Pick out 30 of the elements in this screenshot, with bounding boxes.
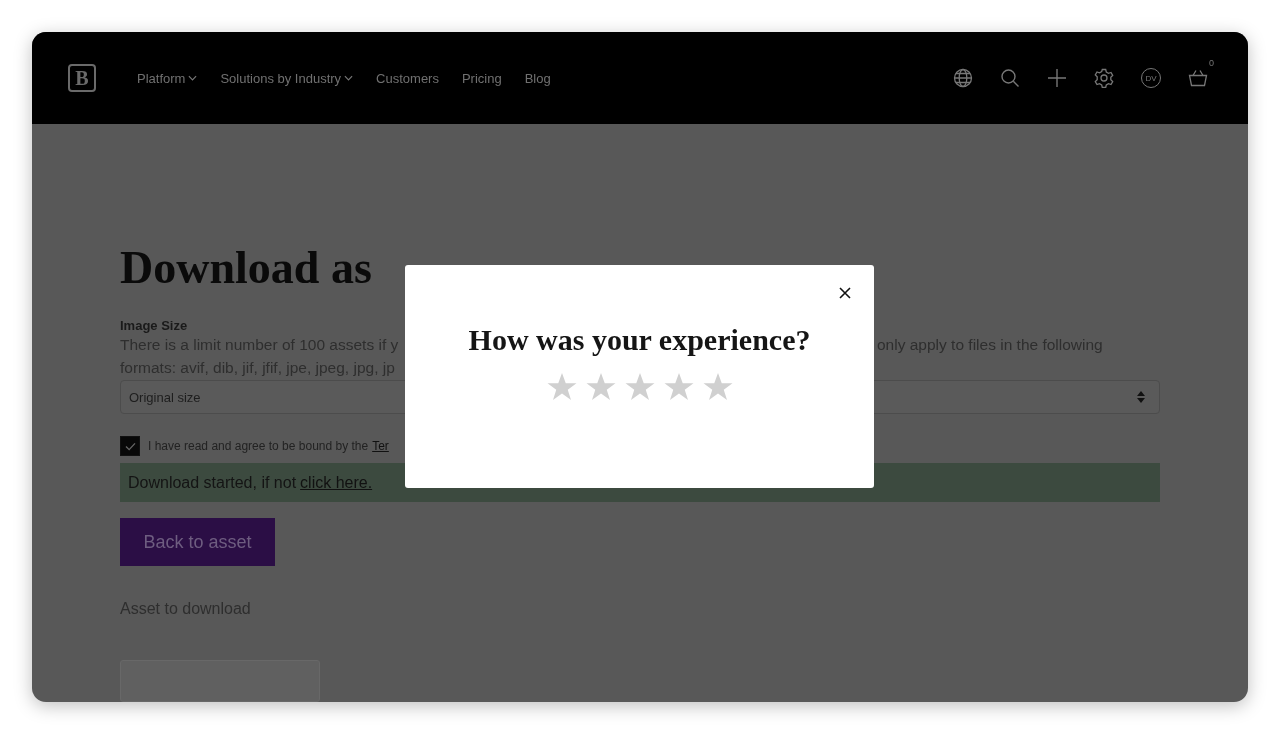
sort-arrows-icon [1137,391,1145,403]
nav-link[interactable]: Solutions by Industry [220,70,354,86]
globe-icon[interactable] [953,68,973,88]
back-button[interactable]: Back to asset [120,518,275,566]
star-icon[interactable] [702,371,733,401]
star-rating[interactable] [546,371,733,401]
logo[interactable]: B [68,64,96,92]
terms-link[interactable]: Ter [372,439,389,453]
nav-link[interactable]: Customers [376,70,439,86]
asset-thumbnail[interactable] [120,660,320,702]
terms-checkbox[interactable] [120,436,140,456]
plus-icon[interactable] [1047,68,1067,88]
settings-icon[interactable] [1094,68,1114,88]
star-icon[interactable] [546,371,577,401]
caret-icon [188,75,198,81]
nav-link[interactable]: Pricing [461,70,502,86]
check-icon [124,441,136,451]
nav-link[interactable]: Blog [524,70,551,86]
star-icon[interactable] [663,371,694,401]
close-icon[interactable] [839,287,851,299]
star-icon[interactable] [624,371,655,401]
star-icon[interactable] [585,371,616,401]
search-icon[interactable] [1000,68,1020,88]
caret-icon [344,75,354,81]
nav-link[interactable]: Platform [137,70,198,86]
field-label: Image Size [120,318,189,333]
cart-count: 0 [1209,58,1214,68]
page-title: Download as [120,242,372,294]
basket-icon[interactable] [1188,68,1208,88]
dialog-title: How was your experience? [468,323,811,357]
